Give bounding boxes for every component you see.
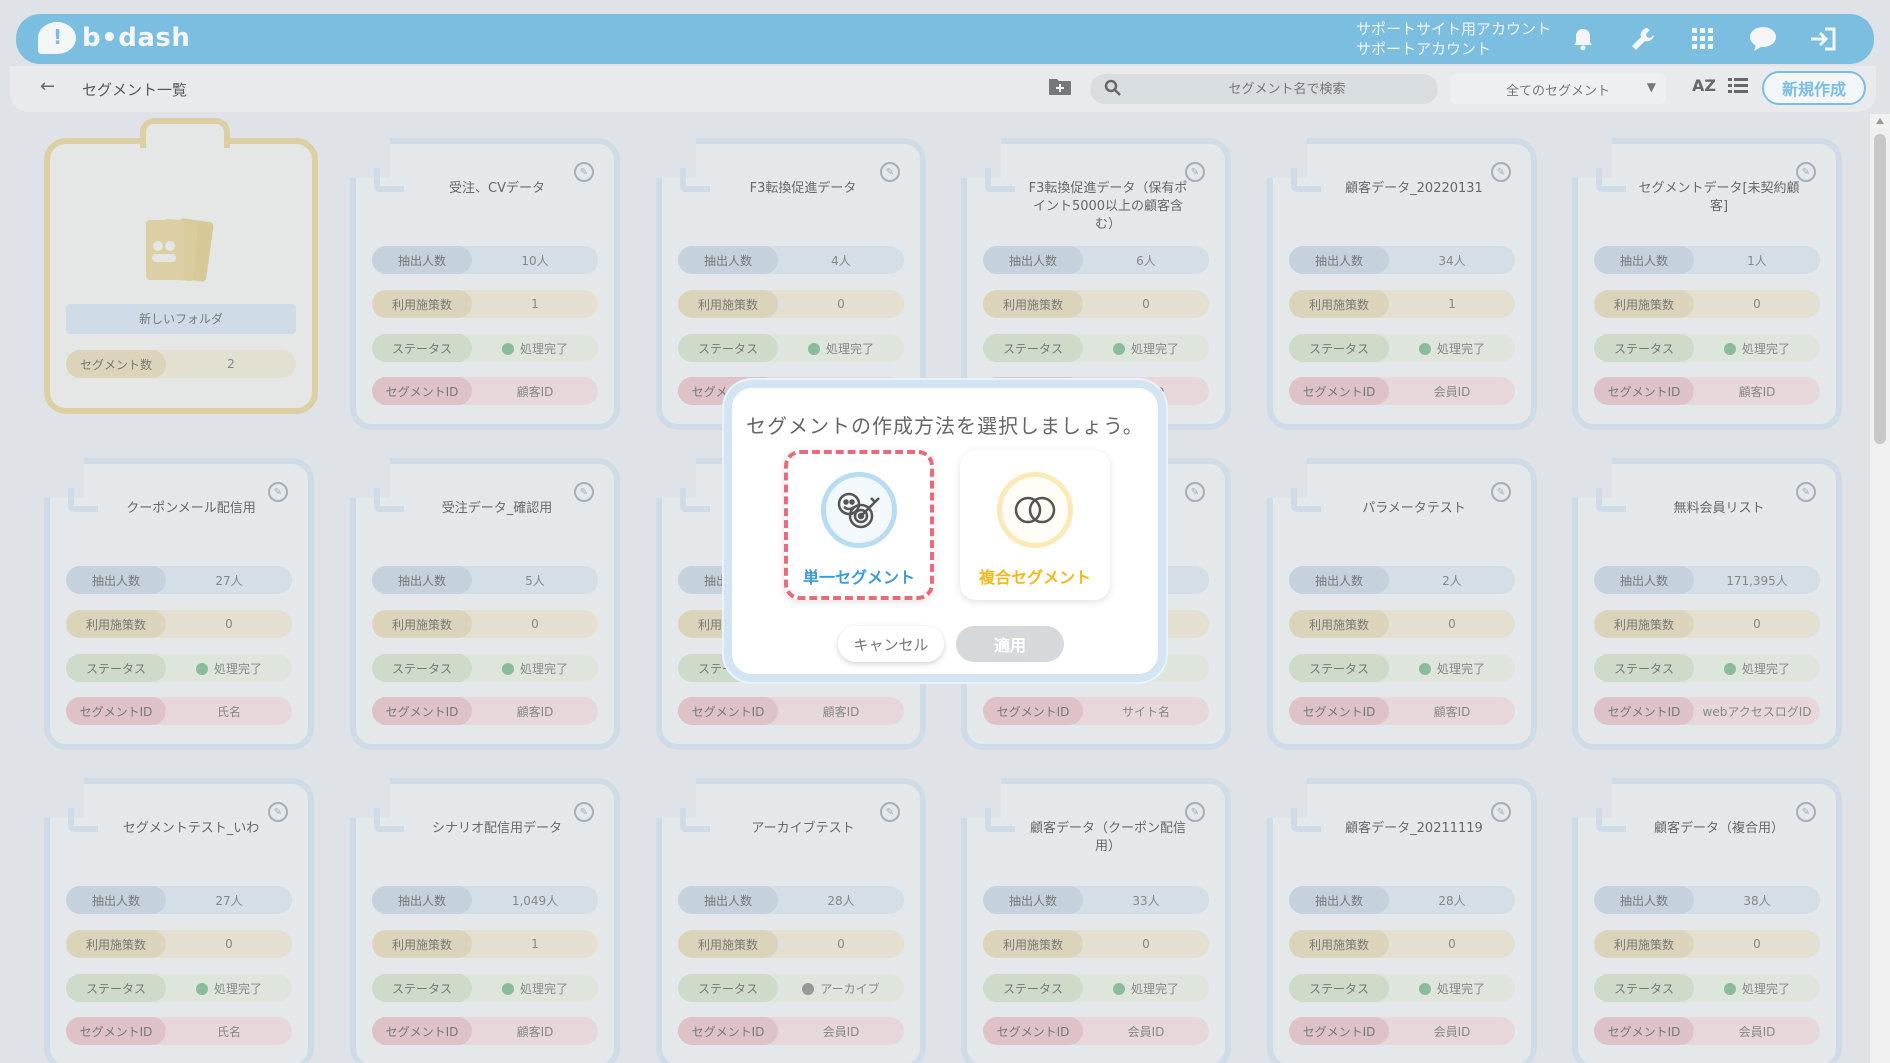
scrollbar-thumb[interactable] bbox=[1874, 134, 1886, 444]
single-segment-option[interactable]: 単一セグメント bbox=[784, 450, 934, 600]
multi-segment-label: 複合セグメント bbox=[978, 568, 1091, 587]
multi-segment-option[interactable]: 複合セグメント bbox=[960, 450, 1110, 600]
multi-segment-venn-icon bbox=[997, 472, 1073, 548]
scroll-up-arrow[interactable] bbox=[1876, 118, 1884, 124]
apply-button[interactable]: 適用 bbox=[956, 626, 1064, 662]
modal-title: セグメントの作成方法を選択しましょう。 bbox=[746, 414, 1144, 438]
single-segment-label: 単一セグメント bbox=[802, 568, 915, 587]
cancel-button[interactable]: キャンセル bbox=[838, 626, 944, 662]
create-segment-modal: セグメントの作成方法を選択しましょう。 単一セグメント 複合セグメント キャンセ… bbox=[724, 380, 1166, 682]
single-segment-target-icon bbox=[821, 472, 897, 548]
scrollbar[interactable] bbox=[1870, 114, 1890, 1063]
